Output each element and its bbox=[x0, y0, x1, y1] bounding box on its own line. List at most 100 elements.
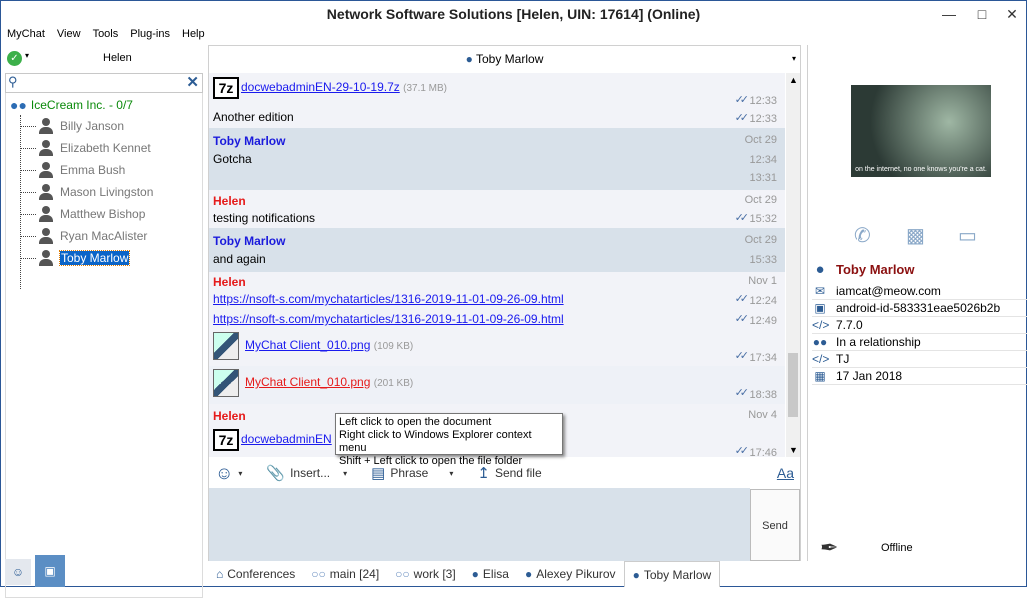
search-icon: ⚲ bbox=[8, 74, 18, 89]
clear-search-icon[interactable]: ✕ bbox=[186, 73, 199, 91]
status-dropdown-icon[interactable]: ▾ bbox=[25, 51, 29, 60]
user-icon bbox=[38, 140, 54, 156]
contact-ryan-macalister[interactable]: Ryan MacAlister bbox=[38, 226, 147, 246]
message-block: Helen Oct 29 testing notifications ✓✓ 15:32 bbox=[209, 190, 785, 228]
article-link[interactable]: https://nsoft-s.com/mychatarticles/1316-… bbox=[213, 312, 564, 326]
insert-label: Insert... bbox=[290, 466, 331, 480]
tab-main[interactable]: ○○ main [24] bbox=[303, 561, 387, 587]
contact-book-icon[interactable]: ▣ bbox=[35, 555, 65, 587]
group-label: IceCream Inc. - 0/7 bbox=[30, 98, 133, 112]
scroll-up-icon[interactable]: ▲ bbox=[789, 75, 798, 85]
phone-icon[interactable]: ✆ bbox=[854, 223, 871, 248]
search-input[interactable]: ⚲ ✕ bbox=[5, 73, 203, 93]
user-icon bbox=[38, 250, 54, 266]
locked-group-icon: ○○ bbox=[395, 567, 410, 581]
user-icon bbox=[38, 162, 54, 178]
minimize-button[interactable]: — bbox=[934, 1, 964, 27]
user-icon: ● bbox=[632, 567, 640, 582]
read-check-icon: ✓✓ bbox=[734, 94, 750, 106]
phrase-label: Phrase bbox=[390, 466, 429, 480]
chevron-down-icon[interactable]: ▾ bbox=[792, 46, 796, 72]
file-link[interactable]: docwebadminEN bbox=[241, 432, 332, 446]
video-call-icon[interactable]: ▩ bbox=[906, 223, 925, 248]
article-link[interactable]: https://nsoft-s.com/mychatarticles/1316-… bbox=[213, 292, 564, 306]
profile-email: iamcat@meow.com bbox=[836, 284, 941, 298]
menu-tools[interactable]: Tools bbox=[93, 25, 119, 43]
tab-label: Conferences bbox=[227, 567, 296, 581]
tab-label: main [24] bbox=[329, 567, 380, 581]
code-icon: </> bbox=[812, 318, 830, 332]
insert-button[interactable]: 📎 Insert... ▾ bbox=[266, 464, 347, 482]
message-author: Helen bbox=[213, 409, 246, 423]
message-text: testing notifications bbox=[213, 211, 316, 225]
user-icon bbox=[38, 118, 54, 134]
tab-work[interactable]: ○○ work [3] bbox=[387, 561, 464, 587]
contact-elizabeth-kennet[interactable]: Elizabeth Kennet bbox=[38, 138, 151, 158]
contact-tree: ●● IceCream Inc. - 0/7 Billy Janson Eliza… bbox=[5, 93, 203, 598]
group-icecream[interactable]: ●● IceCream Inc. - 0/7 bbox=[10, 97, 133, 113]
paperclip-icon: 📎 bbox=[266, 465, 286, 482]
message-input[interactable] bbox=[209, 488, 750, 561]
tooltip-line: Left click to open the document bbox=[339, 416, 492, 428]
tab-conferences[interactable]: ⌂ Conferences bbox=[208, 561, 303, 587]
contact-name: Ryan MacAlister bbox=[60, 229, 148, 243]
timestamp: 12:33 bbox=[749, 113, 777, 125]
tab-elisa[interactable]: ● Elisa bbox=[464, 561, 517, 587]
menu-plugins[interactable]: Plug-ins bbox=[130, 25, 170, 43]
contact-toby-marlow[interactable]: Toby Marlow bbox=[38, 248, 131, 268]
chat-header: ● Toby Marlow ▾ bbox=[209, 46, 800, 72]
upload-icon: ↥ bbox=[477, 465, 490, 482]
contact-name: Emma Bush bbox=[60, 163, 126, 177]
screen-share-icon[interactable]: ▭ bbox=[958, 223, 977, 248]
menu-mychat[interactable]: MyChat bbox=[7, 25, 45, 43]
profile-panel: on the internet, no one knows you're a c… bbox=[807, 45, 1027, 561]
scrollbar-thumb[interactable] bbox=[788, 353, 798, 417]
profile-relationship: In a relationship bbox=[836, 335, 921, 349]
file-size: (37.1 MB) bbox=[403, 83, 448, 95]
close-button[interactable]: ✕ bbox=[997, 1, 1027, 27]
contact-name: Matthew Bishop bbox=[60, 207, 146, 221]
couple-icon: ●● bbox=[812, 335, 828, 349]
read-check-icon: ✓✓ bbox=[734, 387, 750, 399]
profile-photo: on the internet, no one knows you're a c… bbox=[851, 85, 991, 177]
group-icon: ●● bbox=[10, 97, 27, 113]
phrase-button[interactable]: ▤ Phrase ▾ bbox=[371, 464, 453, 482]
contact-mason-livingston[interactable]: Mason Livingston bbox=[38, 182, 153, 202]
contact-emma-bush[interactable]: Emma Bush bbox=[38, 160, 125, 180]
emoji-button[interactable]: ☺ ▾ bbox=[215, 463, 242, 484]
file-link[interactable]: MyChat Client_010.png bbox=[245, 338, 370, 352]
contact-matthew-bishop[interactable]: Matthew Bishop bbox=[38, 204, 145, 224]
send-button[interactable]: Send bbox=[750, 489, 800, 561]
timestamp: 12:49 bbox=[749, 315, 777, 327]
file-link[interactable]: docwebadminEN-29-10-19.7z bbox=[241, 80, 400, 94]
timestamp: 12:34 bbox=[749, 154, 777, 166]
menu-view[interactable]: View bbox=[57, 25, 81, 43]
message-text: Another edition bbox=[213, 110, 294, 124]
home-icon: ⌂ bbox=[216, 567, 224, 581]
online-status-icon[interactable]: ✓ bbox=[7, 51, 22, 66]
tab-toby-marlow[interactable]: ● Toby Marlow bbox=[623, 561, 721, 587]
send-file-button[interactable]: ↥ Send file bbox=[477, 464, 541, 482]
image-file-icon bbox=[213, 332, 239, 360]
timestamp: 17:34 bbox=[749, 352, 777, 364]
read-check-icon: ✓✓ bbox=[734, 313, 750, 325]
smiley-icon: ☺ bbox=[215, 462, 234, 483]
maximize-button[interactable]: □ bbox=[967, 1, 997, 27]
file-size: (201 KB) bbox=[373, 378, 414, 390]
menu-help[interactable]: Help bbox=[182, 25, 205, 43]
font-settings-button[interactable]: Aa bbox=[777, 465, 794, 481]
left-bottom-bar: ☺ ▣ bbox=[3, 555, 67, 587]
contact-panel: ✓ ▾ Helen ⚲ ✕ ●● IceCream Inc. - 0/7 Bill… bbox=[3, 45, 203, 598]
tab-alexey-pikurov[interactable]: ● Alexey Pikurov bbox=[517, 561, 624, 587]
scroll-down-icon[interactable]: ▼ bbox=[789, 445, 798, 455]
group-icon: ○○ bbox=[311, 567, 326, 581]
file-link-hovered[interactable]: MyChat Client_010.png bbox=[245, 375, 370, 389]
contacts-view-icon[interactable]: ☺ bbox=[5, 559, 31, 585]
message-text: and again bbox=[213, 252, 266, 266]
chat-partner-name: Toby Marlow bbox=[476, 52, 544, 66]
speech-bubble-icon: ▤ bbox=[371, 465, 386, 482]
tab-label: Alexey Pikurov bbox=[536, 567, 616, 581]
contact-billy-janson[interactable]: Billy Janson bbox=[38, 116, 124, 136]
read-check-icon: ✓✓ bbox=[734, 350, 750, 362]
timestamp: 17:46 bbox=[749, 447, 777, 457]
